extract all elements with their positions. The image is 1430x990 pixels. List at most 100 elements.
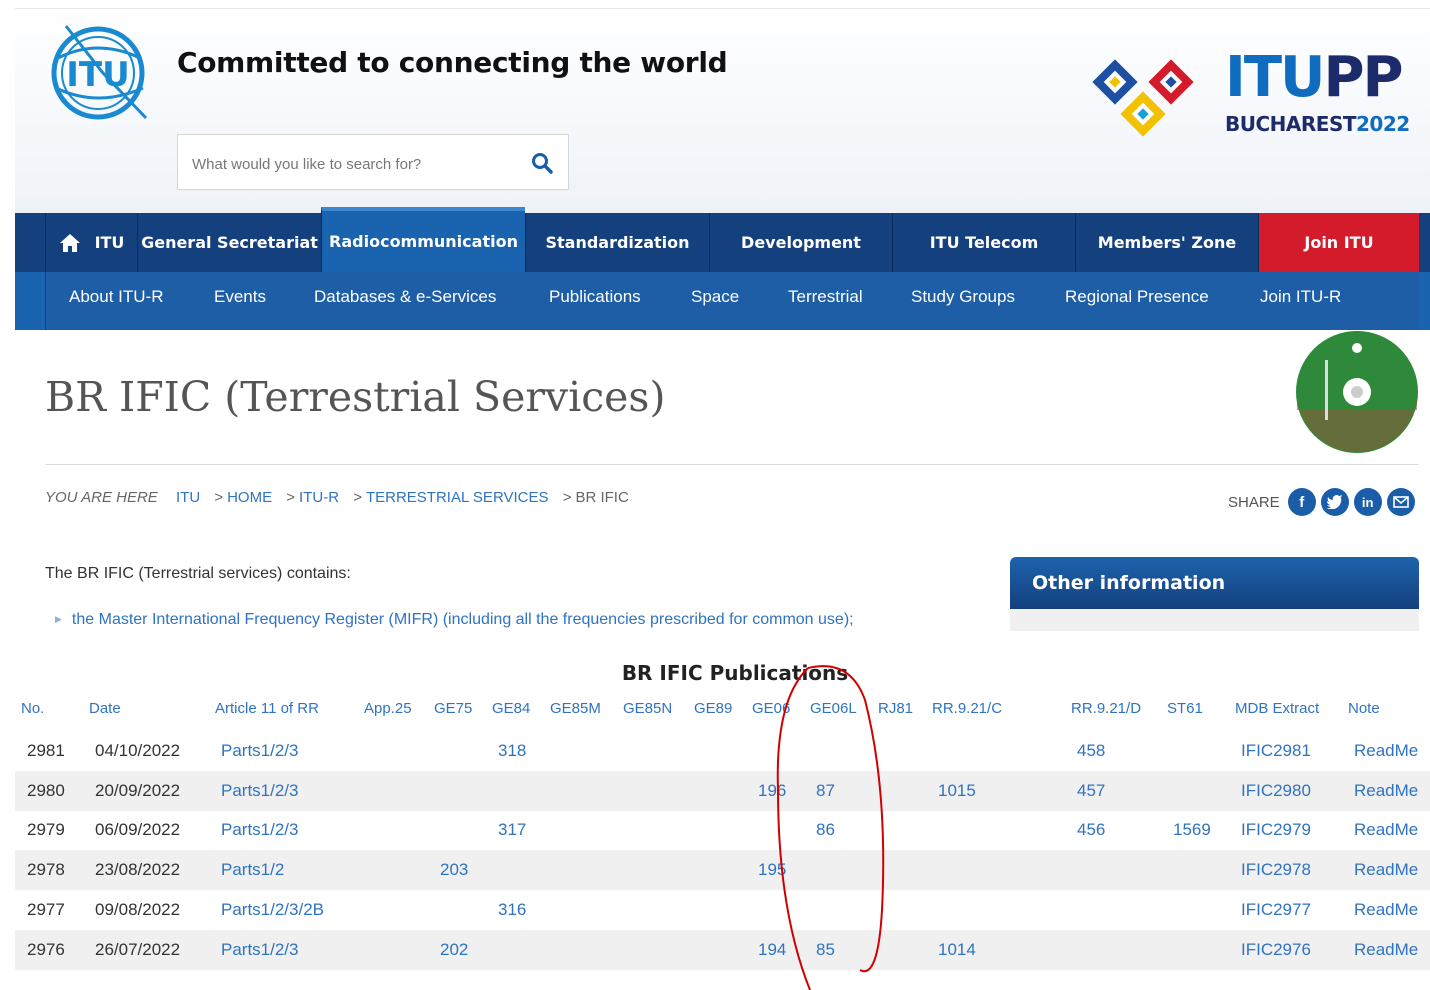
cell-date: 06/09/2022 (95, 820, 181, 839)
linkedin-icon[interactable]: in (1353, 488, 1382, 516)
cell-no: 2980 (27, 781, 65, 800)
cell-rr921d[interactable]: 457 (1077, 771, 1105, 811)
cell-ge06[interactable]: 196 (758, 771, 786, 811)
dvd-image (1296, 331, 1418, 453)
page-title: BR IFIC (Terrestrial Services) (45, 373, 666, 421)
col-ge06l: GE06L (810, 700, 857, 717)
cell-rr921c[interactable]: 1014 (938, 930, 976, 970)
nav-itu-telecom[interactable]: ITU Telecom (892, 213, 1075, 272)
subnav-databases[interactable]: Databases & e-Services (314, 272, 496, 330)
share-bar: SHARE f in (1228, 487, 1415, 517)
cell-ge75[interactable]: 202 (440, 930, 468, 970)
secondary-nav: About ITU-R Events Databases & e-Service… (15, 272, 1430, 330)
col-ge85m: GE85M (550, 700, 601, 717)
col-st61: ST61 (1167, 700, 1203, 717)
nav-standardization[interactable]: Standardization (525, 213, 709, 272)
breadcrumb-terrestrial[interactable]: TERRESTRIAL SERVICES (366, 489, 549, 506)
itu-logo[interactable]: ITU (48, 18, 148, 123)
breadcrumb-home[interactable]: HOME (227, 489, 272, 506)
breadcrumb-itu-r[interactable]: ITU-R (299, 489, 339, 506)
nav-general-secretariat[interactable]: General Secretariat (137, 213, 321, 272)
cell-note[interactable]: ReadMe (1354, 930, 1418, 970)
col-ge06: GE06 (752, 700, 791, 717)
cell-article11[interactable]: Parts1/2/3 (221, 771, 299, 811)
search-input[interactable] (190, 149, 524, 179)
cell-rr921c[interactable]: 1015 (938, 771, 976, 811)
primary-nav: ITU General Secretariat Radiocommunicati… (15, 207, 1430, 272)
table-row: 2981 04/10/2022 Parts1/2/3 318 458 IFIC2… (15, 731, 1430, 771)
share-label: SHARE (1228, 493, 1280, 511)
col-article11: Article 11 of RR (215, 700, 319, 717)
cell-mdb[interactable]: IFIC2978 (1241, 850, 1311, 890)
cell-note[interactable]: ReadMe (1354, 890, 1418, 930)
cell-article11[interactable]: Parts1/2/3 (221, 930, 299, 970)
cell-mdb[interactable]: IFIC2981 (1241, 731, 1311, 771)
subnav-regional-presence[interactable]: Regional Presence (1065, 272, 1209, 330)
cell-st61[interactable]: 1569 (1173, 810, 1211, 850)
nav-join-itu[interactable]: Join ITU (1258, 213, 1419, 272)
subnav-about-itu-r[interactable]: About ITU-R (69, 272, 163, 330)
col-rr921c: RR.9.21/C (932, 700, 1003, 717)
cell-article11[interactable]: Parts1/2 (221, 850, 284, 890)
nav-members-zone[interactable]: Members' Zone (1075, 213, 1258, 272)
subnav-terrestrial[interactable]: Terrestrial (788, 272, 863, 330)
cell-mdb[interactable]: IFIC2979 (1241, 810, 1311, 850)
itupp-event-logo[interactable]: ITUPP BUCHAREST2022 (1085, 48, 1410, 144)
nav-itu-home[interactable]: ITU (45, 213, 137, 272)
cell-ge06l[interactable]: 86 (816, 810, 835, 850)
cell-note[interactable]: ReadMe (1354, 731, 1418, 771)
cell-ge84[interactable]: 316 (498, 890, 526, 930)
cell-note[interactable]: ReadMe (1354, 771, 1418, 811)
cell-article11[interactable]: Parts1/2/3 (221, 810, 299, 850)
cell-article11[interactable]: Parts1/2/3 (221, 731, 299, 771)
itupp-emblem-icon (1092, 59, 1194, 137)
col-note: Note (1348, 700, 1380, 717)
cell-ge75[interactable]: 203 (440, 850, 468, 890)
breadcrumb-itu[interactable]: ITU (176, 489, 200, 506)
cell-rr921d[interactable]: 458 (1077, 731, 1105, 771)
other-information-body (1010, 609, 1419, 631)
subnav-events[interactable]: Events (214, 272, 266, 330)
title-divider (45, 464, 1419, 465)
cell-article11[interactable]: Parts1/2/3/2B (221, 890, 324, 930)
email-icon[interactable] (1386, 488, 1415, 516)
table-row: 2978 23/08/2022 Parts1/2 203 195 IFIC297… (15, 850, 1430, 890)
twitter-icon[interactable] (1320, 488, 1349, 516)
home-icon (59, 233, 80, 252)
cell-note[interactable]: ReadMe (1354, 810, 1418, 850)
cell-ge84[interactable]: 318 (498, 731, 526, 771)
search-icon[interactable] (530, 151, 554, 175)
col-mdb-extract: MDB Extract (1235, 700, 1320, 717)
intro-text: The BR IFIC (Terrestrial services) conta… (45, 565, 351, 582)
subnav-space[interactable]: Space (691, 272, 739, 330)
cell-ge06l[interactable]: 87 (816, 771, 835, 811)
table-row: 2976 26/07/2022 Parts1/2/3 202 194 85 10… (15, 930, 1430, 970)
nav-development[interactable]: Development (709, 213, 892, 272)
cell-no: 2978 (27, 860, 65, 879)
subnav-join-itu-r[interactable]: Join ITU-R (1260, 272, 1341, 330)
publications-title: BR IFIC Publications (621, 661, 849, 685)
subnav-study-groups[interactable]: Study Groups (911, 272, 1015, 330)
cell-note[interactable]: ReadMe (1354, 850, 1418, 890)
subnav-publications[interactable]: Publications (549, 272, 641, 330)
tagline: Committed to connecting the world (177, 46, 728, 79)
cell-date: 20/09/2022 (95, 781, 181, 800)
itupp-title: ITUPP (1225, 45, 1404, 110)
cell-ge06[interactable]: 194 (758, 930, 786, 970)
cell-ge84[interactable]: 317 (498, 810, 526, 850)
cell-ge06[interactable]: 195 (758, 850, 786, 890)
bullet-item[interactable]: ▶ the Master International Frequency Regi… (55, 611, 854, 629)
cell-mdb[interactable]: IFIC2977 (1241, 890, 1311, 930)
col-date: Date (89, 700, 121, 717)
cell-mdb[interactable]: IFIC2976 (1241, 930, 1311, 970)
cell-date: 23/08/2022 (95, 860, 181, 879)
bullet-arrow-icon: ▶ (55, 614, 62, 624)
cell-ge06l[interactable]: 85 (816, 930, 835, 970)
other-information-header[interactable]: Other information (1010, 557, 1419, 609)
cell-rr921d[interactable]: 456 (1077, 810, 1105, 850)
nav-radiocommunication[interactable]: Radiocommunication (321, 207, 525, 272)
col-ge84: GE84 (492, 700, 531, 717)
facebook-icon[interactable]: f (1287, 488, 1316, 516)
cell-mdb[interactable]: IFIC2980 (1241, 771, 1311, 811)
itupp-subtitle: BUCHAREST2022 (1225, 112, 1410, 136)
